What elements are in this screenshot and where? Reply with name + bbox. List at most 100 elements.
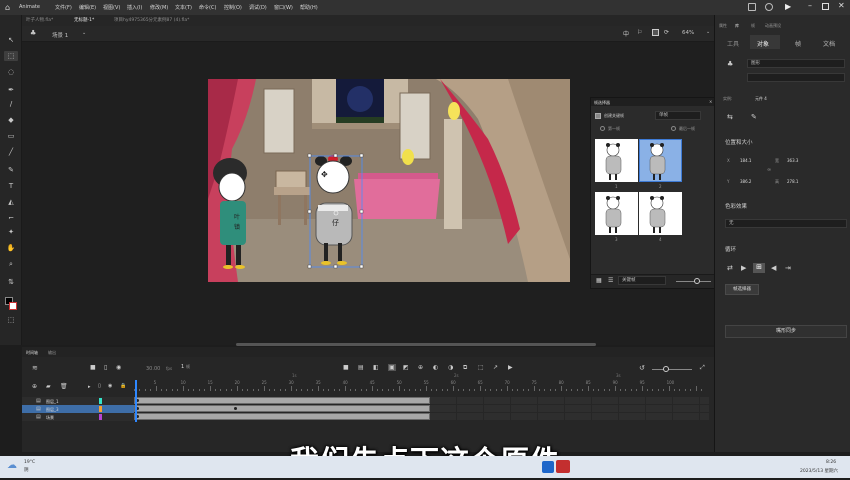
layer-empty-frames[interactable]	[430, 405, 709, 412]
y-value[interactable]: 386.2	[740, 179, 751, 184]
zoom-tool-icon[interactable]: ⌕	[4, 259, 18, 269]
scene-dropdown-icon[interactable]: ⌄	[82, 30, 86, 36]
add-keyframe-icon[interactable]: ⊕	[418, 364, 423, 371]
panel-close-icon[interactable]: ×	[709, 99, 712, 104]
weather-icon[interactable]: ☁	[7, 460, 17, 471]
show-all-layers-icon[interactable]: ▯	[98, 383, 101, 389]
panel-tab-frames[interactable]: 帧	[751, 23, 755, 29]
lock-ratio-icon[interactable]: ∞	[767, 167, 771, 173]
layer-frames-span[interactable]	[134, 397, 430, 404]
timeline-scrollbar[interactable]	[236, 343, 596, 346]
menu-item-10[interactable]: 帮助(H)	[300, 4, 318, 11]
maximize-button[interactable]	[822, 3, 829, 10]
radio-last[interactable]	[671, 126, 676, 131]
scene-label[interactable]: 场景 1	[52, 31, 68, 39]
tab-tool[interactable]: 工具	[727, 39, 739, 48]
text-tool-icon[interactable]: T	[4, 181, 18, 191]
h-value[interactable]: 278.1	[787, 179, 798, 184]
menu-item-8[interactable]: 调试(D)	[249, 4, 267, 11]
hand-tool-icon[interactable]: ✋	[4, 243, 18, 253]
thumb-size-knob[interactable]	[694, 278, 700, 284]
menu-item-0[interactable]: 文件(F)	[55, 4, 72, 11]
layer-color-swatch[interactable]	[99, 406, 102, 412]
doc-tab-2[interactable]: 无标题-1*	[74, 17, 94, 23]
minimize-button[interactable]: –	[808, 1, 812, 10]
menu-item-9[interactable]: 窗口(W)	[274, 4, 293, 11]
new-layer-icon[interactable]: ⊕	[32, 383, 37, 390]
tab-frame[interactable]: 帧	[795, 39, 801, 48]
current-frame[interactable]: 1	[181, 364, 184, 370]
mode-select[interactable]: 单帧	[655, 111, 701, 120]
rectangle-tool-icon[interactable]: ▭	[4, 131, 18, 141]
swap-colors-icon[interactable]: ⇅	[4, 277, 18, 287]
eye-icon[interactable]: ◉	[108, 383, 112, 389]
workspace-icon[interactable]	[748, 3, 756, 11]
frame-picker-button[interactable]: 帧选择器	[725, 284, 759, 295]
close-button[interactable]: ✕	[838, 1, 845, 10]
layer-depth-icon[interactable]: ▯	[104, 364, 107, 371]
new-folder-icon[interactable]: ▰	[46, 383, 51, 390]
w-value[interactable]: 363.3	[787, 158, 798, 163]
create-keyframe-checkbox[interactable]	[595, 113, 601, 119]
timeline-zoom-slider[interactable]	[652, 369, 692, 370]
center-frame-icon[interactable]: ⬚	[478, 364, 484, 371]
loop-icon-5[interactable]: ⇥	[785, 264, 791, 272]
panel-tab-properties[interactable]: 属性	[719, 23, 727, 29]
rotate-stage-icon[interactable]: ⟳	[664, 29, 669, 36]
lip-sync-button[interactable]: 嘴形同步	[725, 325, 847, 338]
stage-canvas[interactable]: 叶 镇 仔 ✥	[208, 79, 570, 282]
delete-layer-icon[interactable]: 🗑	[60, 383, 68, 390]
onion-icon[interactable]: ◉	[116, 364, 121, 371]
bone-tool-icon[interactable]: ✦	[4, 227, 18, 237]
layer-frames-span[interactable]	[134, 405, 430, 412]
color-effect-select[interactable]: 无	[725, 219, 847, 228]
doc-tab-1[interactable]: 叶子人物.fla*	[26, 17, 53, 23]
tab-timeline[interactable]: 时间轴	[26, 350, 38, 356]
timeline-fit-icon[interactable]: ⤢	[700, 364, 705, 372]
selection-tool-icon[interactable]: ↖	[4, 35, 18, 45]
onion-skin-icon[interactable]: ◐	[433, 364, 438, 371]
loop-playback-icon[interactable]: ↺	[639, 364, 645, 372]
tab-output[interactable]: 输出	[48, 350, 56, 356]
loop-icon-2[interactable]: ▶	[741, 264, 746, 272]
doc-tab-3[interactable]: 项目hy4975365分元素例87 (4).fla*	[114, 17, 189, 23]
clip-stage-icon[interactable]	[652, 29, 659, 36]
edit-symbol-icon[interactable]: ✎	[751, 113, 757, 121]
publish-icon[interactable]	[765, 3, 773, 11]
center-stage-icon[interactable]: 中	[623, 29, 629, 38]
tab-document[interactable]: 文档	[823, 39, 835, 48]
layer-empty-frames[interactable]	[430, 397, 709, 404]
loop-icon-4[interactable]: ◀	[771, 264, 776, 272]
more-tools-icon[interactable]: ⬚	[4, 315, 18, 325]
layer-name[interactable]: 场景	[46, 415, 54, 421]
symbol-type-select[interactable]: 图形	[747, 59, 845, 68]
edit-multiple-icon[interactable]: ⧉	[463, 364, 467, 372]
panel-tab-library[interactable]: 库	[735, 23, 739, 29]
layer-settings-icon[interactable]: ≋	[32, 364, 38, 372]
stop-icon[interactable]: ■	[343, 364, 349, 371]
brush-tool-icon[interactable]: /	[4, 99, 18, 109]
prev-keyframe-icon[interactable]: ◧	[373, 364, 379, 371]
app-icon-2[interactable]	[542, 461, 554, 473]
list-view-icon[interactable]: ☰	[608, 277, 613, 284]
menu-item-2[interactable]: 视图(V)	[103, 4, 120, 11]
playhead[interactable]	[135, 380, 137, 422]
play-icon[interactable]: ▶	[508, 364, 513, 371]
eraser-tool-icon[interactable]: ◆	[4, 115, 18, 125]
onion-outline-icon[interactable]: ◑	[448, 364, 453, 371]
fill-color-swatch[interactable]	[9, 302, 17, 310]
instance-name-field[interactable]	[747, 73, 845, 82]
loop-icon-3[interactable]: ⊞	[753, 263, 765, 273]
layer-frames-span[interactable]	[134, 413, 430, 420]
layer-color-swatch[interactable]	[99, 414, 102, 420]
fps-value[interactable]: 30.00	[146, 366, 160, 372]
menu-item-6[interactable]: 命令(C)	[199, 4, 216, 11]
export-icon[interactable]: ↗	[493, 364, 498, 371]
zoom-value[interactable]: 64%	[682, 30, 694, 36]
menu-item-3[interactable]: 插入(I)	[127, 4, 142, 11]
lasso-tool-icon[interactable]: ◌	[4, 67, 18, 77]
layer-color-swatch[interactable]	[99, 398, 102, 404]
tab-object[interactable]: 对象	[757, 39, 769, 48]
next-keyframe-icon[interactable]: ◩	[403, 364, 409, 371]
swap-symbol-icon[interactable]: ⇆	[727, 113, 733, 121]
